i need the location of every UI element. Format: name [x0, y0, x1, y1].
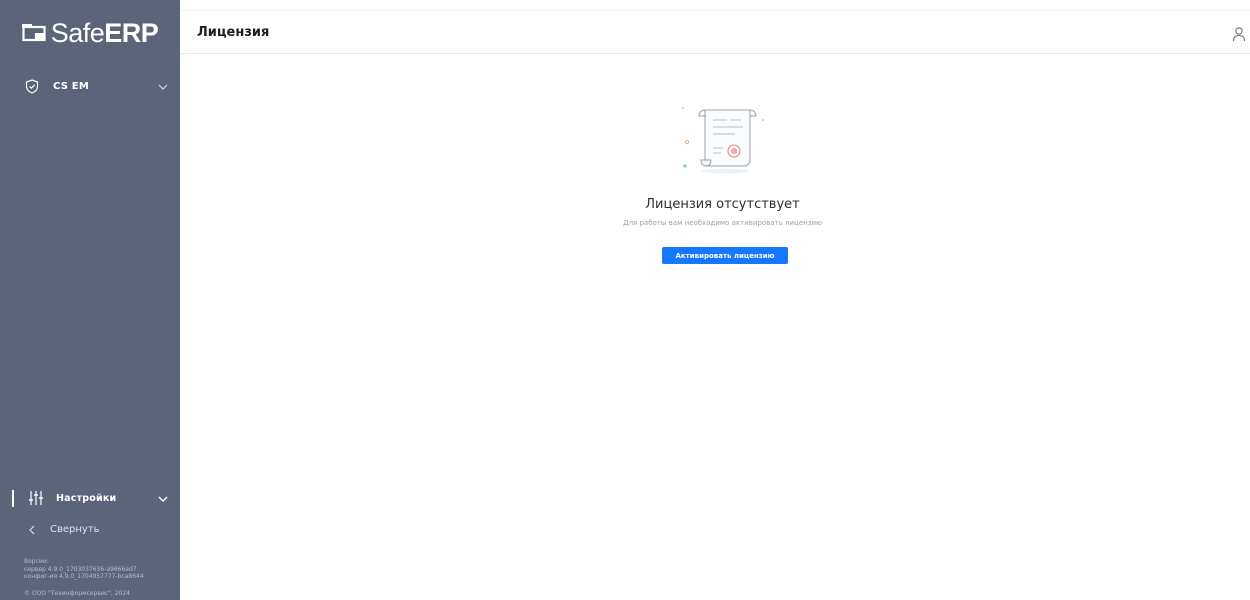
empty-state-title: Лицензия отсутствует [645, 197, 800, 212]
app-root: SafeERP CS EM Настройки Свернуть Версии:… [0, 0, 1250, 600]
sliders-icon [28, 490, 44, 506]
version-config: конфиг-ия 4.9.0_1704957777-bca8644 [24, 573, 144, 580]
version-server: сервер 4.9.0_1703037636-a9666ad7 [24, 565, 137, 573]
header-top-divider [180, 10, 1250, 11]
page-title: Лицензия [197, 25, 270, 40]
copyright: © ООО "Техинформсервис", 2024 [24, 590, 130, 597]
main-content: Лицензия отсутствует Для работы вам необ… [180, 54, 1250, 600]
empty-state-subtitle: Для работы вам необходимо активировать л… [623, 219, 822, 227]
activate-license-button[interactable]: Активировать лицензию [662, 247, 788, 264]
chevron-down-icon [156, 79, 170, 93]
header: Лицензия [180, 0, 1250, 54]
collapse-label: Свернуть [50, 523, 100, 535]
user-icon[interactable] [1232, 26, 1246, 42]
collapse-sidebar-button[interactable]: Свернуть [0, 518, 180, 540]
chevron-left-icon [28, 520, 36, 539]
shield-check-icon [24, 78, 40, 94]
sidebar-item-label: CS EM [53, 80, 89, 92]
logo[interactable]: SafeERP [0, 0, 180, 66]
version-heading: Версии: [24, 558, 49, 565]
sidebar-item-settings[interactable]: Настройки [0, 482, 180, 514]
logo-icon [21, 24, 46, 42]
sidebar-item-cs-em[interactable]: CS EM [0, 70, 180, 102]
license-document-icon [675, 98, 775, 178]
sidebar-item-label: Настройки [56, 492, 117, 504]
chevron-down-icon [156, 491, 170, 505]
version-info: Версии: сервер 4.9.0_1703037636-a9666ad7… [24, 558, 174, 581]
logo-text: SafeERP [50, 17, 159, 48]
active-indicator [12, 490, 14, 507]
sidebar: SafeERP CS EM Настройки Свернуть Версии:… [0, 0, 180, 600]
